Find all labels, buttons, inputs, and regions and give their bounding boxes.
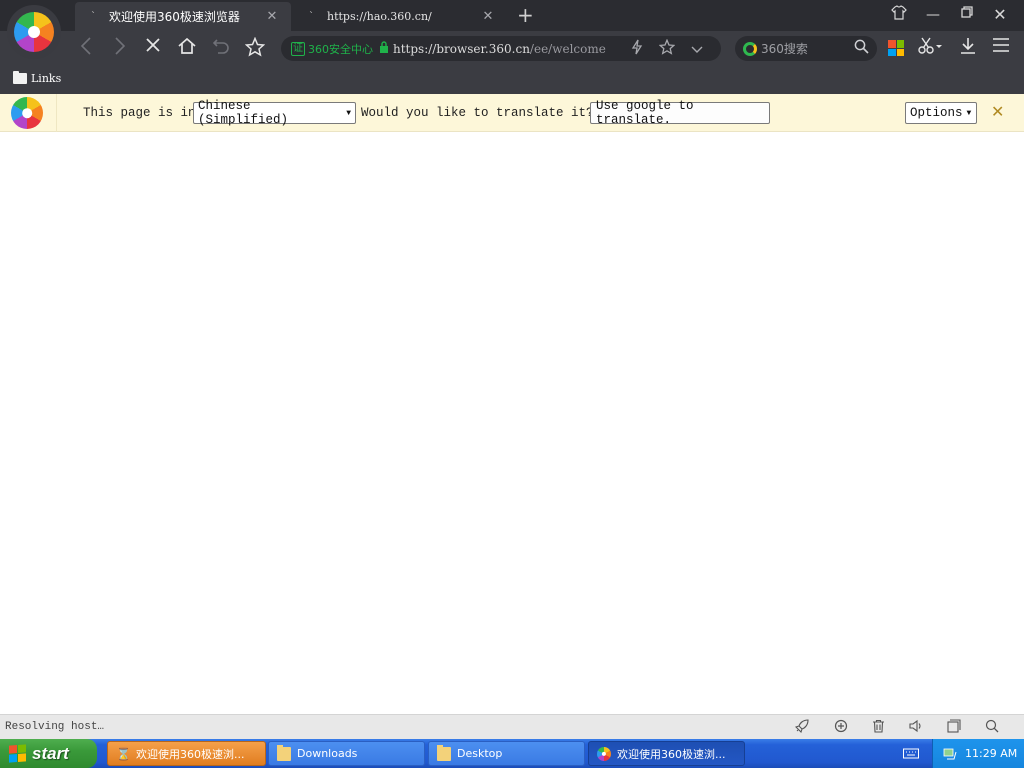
refresh-plus-icon[interactable] bbox=[832, 719, 850, 735]
url-text[interactable]: https://browser.360.cn/ee/welcome bbox=[393, 42, 615, 56]
url-path: /ee/welcome bbox=[529, 41, 606, 56]
tab-strip: ` 欢迎使用360极速浏览器 ✕ ` https://hao.360.cn/ ✕… bbox=[0, 0, 1024, 31]
so-search-logo-icon bbox=[743, 41, 757, 56]
language-value: Chinese (Simplified) bbox=[198, 99, 289, 127]
search-icon[interactable] bbox=[854, 39, 869, 58]
lightning-icon[interactable] bbox=[629, 39, 645, 59]
task-label: 欢迎使用360极速浏... bbox=[136, 747, 245, 761]
back-button[interactable] bbox=[74, 37, 98, 59]
task-label: 欢迎使用360极速浏... bbox=[617, 747, 726, 761]
browser-logo-icon bbox=[597, 746, 611, 761]
clock[interactable]: 11:29 AM bbox=[965, 747, 1017, 760]
tab-close-icon[interactable]: ✕ bbox=[481, 9, 495, 24]
options-button[interactable]: Options ▼ bbox=[905, 102, 977, 124]
screen: ` 欢迎使用360极速浏览器 ✕ ` https://hao.360.cn/ ✕… bbox=[0, 0, 1024, 768]
toolbar: 证 360安全中心 https://browser.360.cn/ee/welc… bbox=[0, 31, 1024, 66]
skin-icon[interactable] bbox=[886, 5, 912, 25]
loading-icon: ` bbox=[309, 10, 314, 22]
keyboard-icon[interactable] bbox=[903, 747, 919, 759]
language-select[interactable]: Chinese (Simplified) ▼ bbox=[193, 99, 356, 127]
address-bar[interactable]: 证 360安全中心 https://browser.360.cn/ee/welc… bbox=[281, 36, 721, 61]
folder-icon bbox=[437, 744, 451, 761]
task-label: Desktop bbox=[457, 747, 503, 760]
translate-button[interactable]: Use google to translate. bbox=[590, 99, 770, 127]
restore-button[interactable] bbox=[954, 5, 980, 25]
translate-prefix: This page is in bbox=[83, 106, 196, 120]
menu-button[interactable] bbox=[989, 37, 1013, 59]
zoom-search-icon[interactable] bbox=[983, 719, 1001, 735]
close-icon[interactable]: ✕ bbox=[991, 104, 1004, 120]
close-window-button[interactable]: ✕ bbox=[987, 5, 1013, 25]
chevron-down-icon[interactable] bbox=[689, 40, 705, 58]
new-tab-button[interactable]: + bbox=[517, 4, 534, 26]
certificate-icon: 证 bbox=[291, 41, 305, 56]
page-content[interactable] bbox=[0, 132, 1024, 714]
start-label: start bbox=[32, 743, 69, 763]
security-label: 360安全中心 bbox=[308, 42, 373, 56]
tab-hao360[interactable]: ` https://hao.360.cn/ ✕ bbox=[293, 2, 507, 31]
tab-welcome[interactable]: ` 欢迎使用360极速浏览器 ✕ bbox=[75, 2, 291, 31]
dropdown-arrow-icon: ▼ bbox=[346, 108, 351, 118]
favorite-star-icon[interactable] bbox=[658, 38, 676, 59]
taskbar-item-browser[interactable]: 欢迎使用360极速浏... bbox=[588, 741, 745, 766]
status-text: Resolving host… bbox=[5, 721, 105, 733]
url-host: https://browser.360.cn bbox=[393, 41, 530, 56]
system-tray: 11:29 AM bbox=[932, 739, 1024, 768]
bookmark-folder-links[interactable]: Links bbox=[13, 71, 62, 85]
undo-button[interactable] bbox=[209, 37, 233, 59]
translate-bar: This page is in Chinese (Simplified) ▼ W… bbox=[0, 94, 1024, 132]
divider bbox=[56, 94, 57, 132]
window-icon[interactable] bbox=[945, 719, 963, 735]
windows-logo-icon bbox=[9, 744, 26, 763]
trash-icon[interactable] bbox=[869, 719, 887, 735]
network-icon[interactable] bbox=[943, 747, 957, 761]
search-placeholder: 360搜索 bbox=[761, 42, 808, 56]
forward-button[interactable] bbox=[108, 37, 132, 59]
pinwheel-logo-icon bbox=[11, 97, 43, 129]
hourglass-icon: ⌛ bbox=[116, 746, 131, 761]
bookmark-star-button[interactable] bbox=[243, 36, 267, 59]
taskbar-item-browser-loading[interactable]: ⌛ 欢迎使用360极速浏... bbox=[107, 741, 266, 766]
folder-icon bbox=[13, 71, 27, 84]
tab-close-icon[interactable]: ✕ bbox=[265, 9, 279, 24]
dropdown-arrow-icon: ▼ bbox=[966, 108, 972, 118]
pinwheel-logo-icon bbox=[14, 12, 54, 52]
apps-grid-icon[interactable] bbox=[888, 40, 904, 56]
browser-logo[interactable] bbox=[7, 5, 61, 59]
bookmark-label: Links bbox=[31, 72, 62, 85]
bookmarks-bar: Links bbox=[0, 66, 1024, 94]
minimize-button[interactable]: — bbox=[920, 5, 946, 25]
start-button[interactable]: start bbox=[0, 739, 97, 768]
screenshot-scissors-button[interactable] bbox=[915, 37, 945, 59]
security-badge[interactable]: 证 360安全中心 bbox=[291, 41, 373, 57]
loading-icon: ` bbox=[91, 10, 96, 22]
search-box[interactable]: 360搜索 bbox=[735, 36, 877, 61]
taskbar-item-desktop[interactable]: Desktop bbox=[428, 741, 585, 766]
taskbar: start ⌛ 欢迎使用360极速浏... Downloads Desktop … bbox=[0, 739, 1024, 768]
task-label: Downloads bbox=[297, 747, 358, 760]
rocket-icon[interactable] bbox=[793, 719, 811, 735]
speaker-icon[interactable] bbox=[907, 719, 925, 735]
home-button[interactable] bbox=[175, 37, 199, 59]
options-label: Options bbox=[910, 106, 963, 120]
tab-title: 欢迎使用360极速浏览器 bbox=[109, 10, 240, 24]
browser-logo-small bbox=[11, 97, 43, 129]
translate-question: Would you like to translate it? bbox=[361, 106, 594, 120]
lock-icon bbox=[379, 41, 389, 56]
folder-icon bbox=[277, 744, 291, 761]
stop-button[interactable] bbox=[141, 37, 165, 59]
download-button[interactable] bbox=[956, 37, 980, 59]
tab-title: https://hao.360.cn/ bbox=[327, 10, 432, 23]
status-bar: Resolving host… bbox=[0, 714, 1024, 739]
taskbar-item-downloads[interactable]: Downloads bbox=[268, 741, 425, 766]
